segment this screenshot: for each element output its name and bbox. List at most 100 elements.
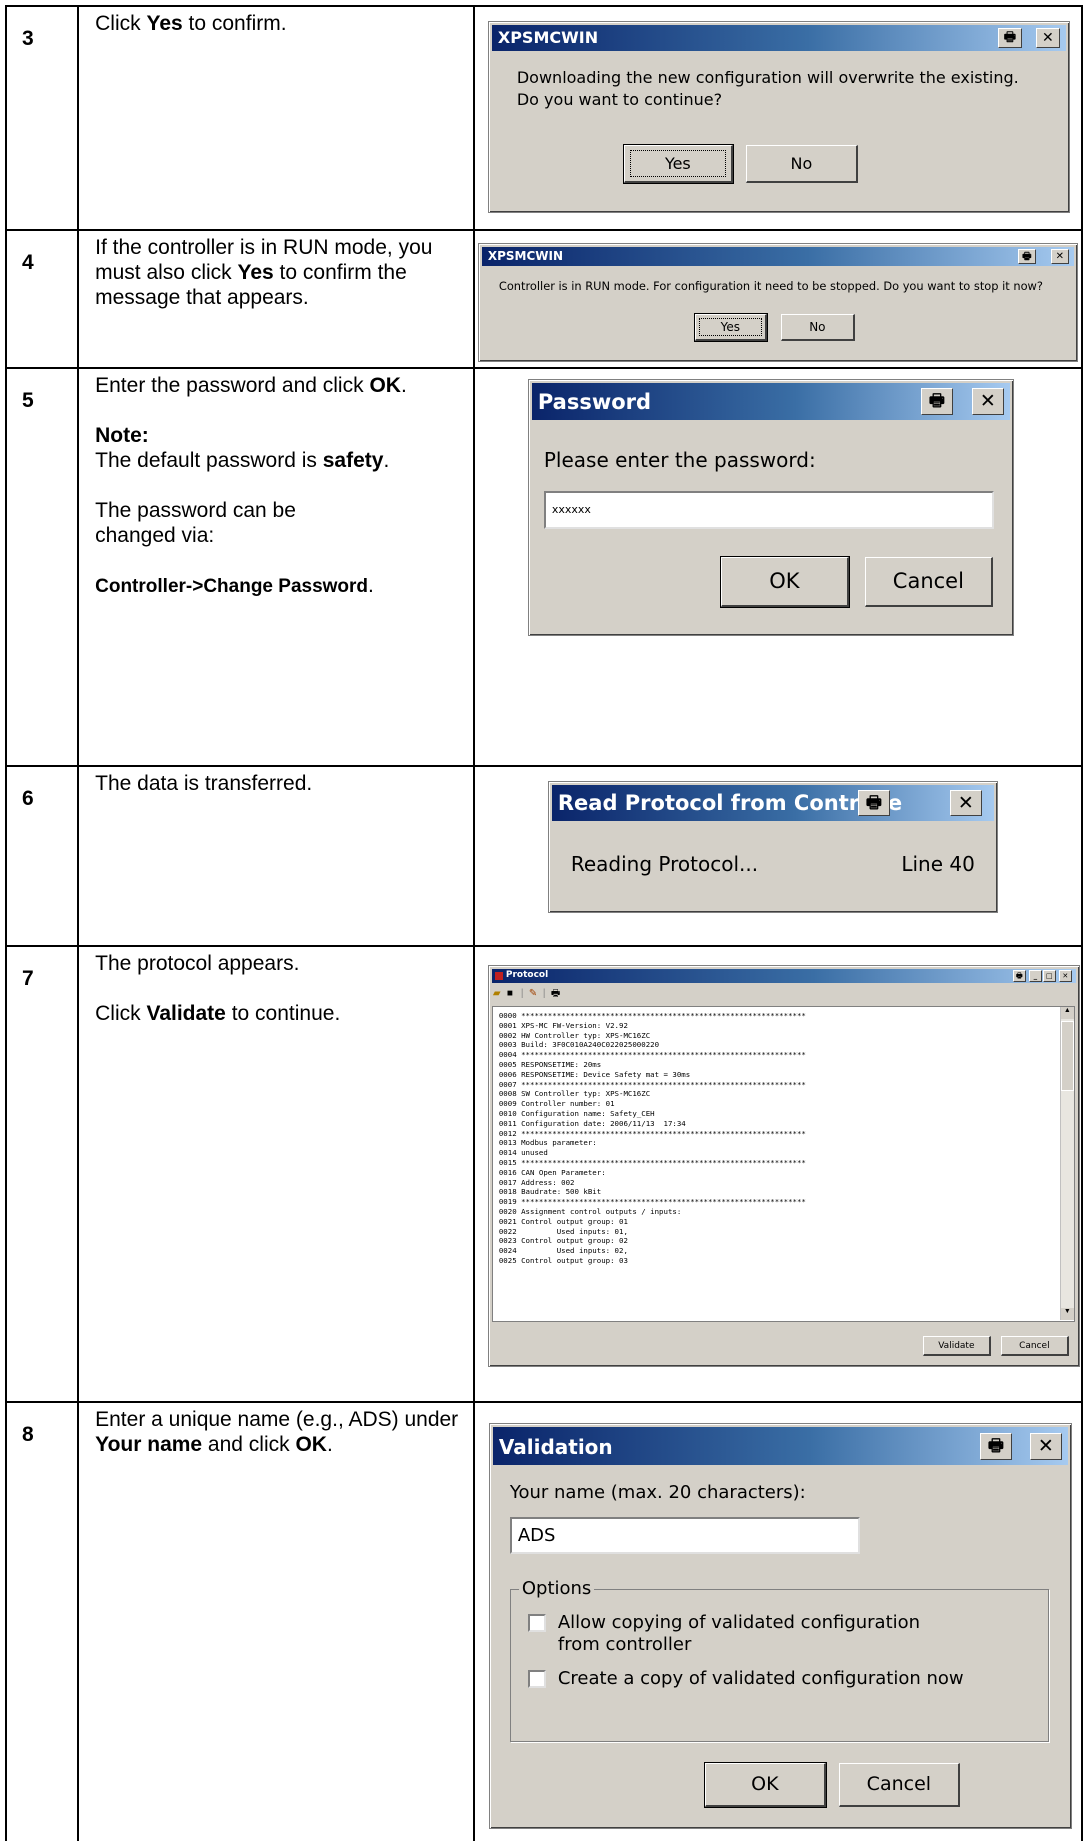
ok-label: OK <box>751 1773 779 1795</box>
yes-button[interactable]: Yes <box>693 313 768 342</box>
dialog-title: XPSMCWIN <box>487 249 564 263</box>
status-text: Reading Protocol... <box>570 852 759 876</box>
print-icon[interactable]: 🖶 <box>857 790 890 816</box>
close-icon[interactable]: ✕ <box>1035 28 1060 48</box>
cancel-button[interactable]: Cancel <box>838 1763 960 1807</box>
cancel-label: Cancel <box>1019 1341 1050 1351</box>
tools-icon[interactable]: ✎ <box>529 986 543 1002</box>
desc-text: . <box>400 374 407 397</box>
cancel-button[interactable]: Cancel <box>1000 1336 1069 1356</box>
minimize-icon[interactable]: _ <box>1028 970 1042 982</box>
dialog-titlebar: Validation 🖶 ✕ <box>492 1427 1068 1465</box>
procedure-table: 3 Click Yes to confirm. XPSMCWIN 🖶 ✕ Dow… <box>4 5 1084 1841</box>
scroll-thumb[interactable] <box>1060 1021 1074 1091</box>
close-icon[interactable]: ✕ <box>971 388 1004 415</box>
close-icon[interactable]: ✕ <box>1050 249 1069 264</box>
print-icon[interactable]: 🖶 <box>1017 249 1036 264</box>
create-copy-label: Create a copy of validated configuration… <box>557 1668 964 1689</box>
step-description: The data is transferred. <box>77 765 475 947</box>
dialog-titlebar: Password 🖶 ✕ <box>531 383 1010 420</box>
desc-bold: OK <box>295 1433 327 1456</box>
maximize-icon[interactable]: □ <box>1042 970 1056 982</box>
protocol-log[interactable]: 0000 ***********************************… <box>491 1006 1075 1322</box>
validation-dialog: Validation 🖶 ✕ Your name (max. 20 charac… <box>488 1423 1072 1829</box>
yes-button[interactable]: Yes <box>622 144 734 184</box>
cancel-label: Cancel <box>892 569 964 593</box>
step-description: The protocol appears. Click Validate to … <box>77 945 475 1403</box>
step-description: Click Yes to confirm. <box>77 5 475 231</box>
step-screenshot: XPSMCWIN 🖶 ✕ Downloading the new configu… <box>472 5 1084 231</box>
desc-text: Enter a unique name (e.g., ADS) under <box>95 1408 459 1431</box>
step-row-4: 4 If the controller is in RUN mode, you … <box>4 229 1084 369</box>
password-input[interactable]: xxxxxx <box>543 491 994 529</box>
desc-text: . <box>326 1433 333 1456</box>
dialog-titlebar: Protocol 🖶 _ □ ✕ <box>491 969 1076 983</box>
desc-text: The default password is <box>95 449 323 472</box>
step-description: Enter a unique name (e.g., ADS) under Yo… <box>77 1401 475 1841</box>
cancel-label: Cancel <box>866 1773 932 1795</box>
ok-button[interactable]: OK <box>703 1762 827 1808</box>
options-label: Options <box>518 1578 595 1599</box>
note-label: Note: <box>95 424 149 447</box>
no-button[interactable]: No <box>745 145 858 183</box>
step-row-7: 7 The protocol appears. Click Validate t… <box>4 945 1084 1403</box>
no-label: No <box>790 154 813 173</box>
print-icon[interactable]: 🖶 <box>1012 970 1026 982</box>
ok-label: OK <box>769 569 800 593</box>
allow-copy-checkbox[interactable] <box>527 1614 546 1632</box>
step-row-8: 8 Enter a unique name (e.g., ADS) under … <box>4 1401 1084 1841</box>
desc-text: to continue. <box>225 1002 341 1025</box>
print-icon[interactable]: 🖶 <box>920 388 953 415</box>
desc-text: Click <box>95 12 147 35</box>
message-line: Downloading the new configuration will o… <box>516 68 1019 87</box>
scroll-up-icon[interactable]: ▲ <box>1060 1007 1074 1019</box>
print-icon[interactable]: 🖶 <box>551 986 565 1002</box>
dialog-title: Password <box>537 390 652 414</box>
message-line: Do you want to continue? <box>516 90 723 109</box>
dialog-titlebar: Read Protocol from Controlle 🖶 ✕ <box>551 785 994 821</box>
close-icon[interactable]: ✕ <box>1029 1433 1062 1460</box>
desc-bold: Your name <box>95 1433 203 1456</box>
desc-bold: Validate <box>146 1002 226 1025</box>
create-copy-checkbox[interactable] <box>527 1670 546 1688</box>
allow-copy-label: Allow copying of validated configuration… <box>557 1612 921 1655</box>
desc-bold: Controller->Change Password <box>95 576 369 597</box>
open-icon[interactable]: ▰ <box>493 986 507 1002</box>
dialog-title: Validation <box>498 1435 613 1459</box>
step-number: 3 <box>22 27 34 50</box>
app-icon <box>494 972 503 980</box>
step-screenshot: Validation 🖶 ✕ Your name (max. 20 charac… <box>472 1401 1084 1841</box>
ok-button[interactable]: OK <box>719 556 850 608</box>
step-description: If the controller is in RUN mode, you mu… <box>77 229 475 369</box>
options-group: Options Allow copying of validated confi… <box>509 1578 1049 1742</box>
name-label: Your name (max. 20 characters): <box>509 1482 806 1503</box>
desc-text: Click <box>95 1002 147 1025</box>
confirm-dialog: XPSMCWIN 🖶 ✕ Downloading the new configu… <box>487 21 1070 213</box>
desc-text: to confirm. <box>182 12 287 35</box>
validate-button[interactable]: Validate <box>922 1336 991 1356</box>
cancel-button[interactable]: Cancel <box>864 557 993 607</box>
close-icon[interactable]: ✕ <box>1058 970 1072 982</box>
step-row-5: 5 Enter the password and click OK. Note:… <box>4 367 1084 767</box>
line-counter: Line 40 <box>901 852 975 876</box>
desc-bold: Yes <box>237 261 274 284</box>
step-row-3: 3 Click Yes to confirm. XPSMCWIN 🖶 ✕ Dow… <box>4 5 1084 231</box>
desc-text: The protocol appears. <box>95 952 300 975</box>
scroll-down-icon[interactable]: ▼ <box>1060 1308 1074 1320</box>
save-icon[interactable]: ■ <box>507 986 521 1002</box>
scrollbar[interactable]: ▲ ▼ <box>1059 1007 1074 1320</box>
step-row-6: 6 The data is transferred. Read Protocol… <box>4 765 1084 947</box>
print-icon[interactable]: 🖶 <box>997 28 1022 48</box>
read-protocol-dialog: Read Protocol from Controlle 🖶 ✕ Reading… <box>547 781 998 913</box>
step-number-cell: 3 <box>4 5 80 231</box>
desc-text: Enter the password and click <box>95 374 370 397</box>
name-input[interactable]: ADS <box>509 1517 860 1554</box>
step-screenshot: Password 🖶 ✕ Please enter the password: … <box>472 367 1084 767</box>
step-number-cell: 6 <box>4 765 80 947</box>
print-icon[interactable]: 🖶 <box>979 1433 1012 1460</box>
desc-text: The data is transferred. <box>95 772 313 795</box>
no-button[interactable]: No <box>780 314 855 341</box>
close-icon[interactable]: ✕ <box>949 790 982 816</box>
step-description: Enter the password and click OK. Note: T… <box>77 367 475 767</box>
toolbar: ▰ ■ | ✎ | 🖶 <box>493 986 565 1002</box>
